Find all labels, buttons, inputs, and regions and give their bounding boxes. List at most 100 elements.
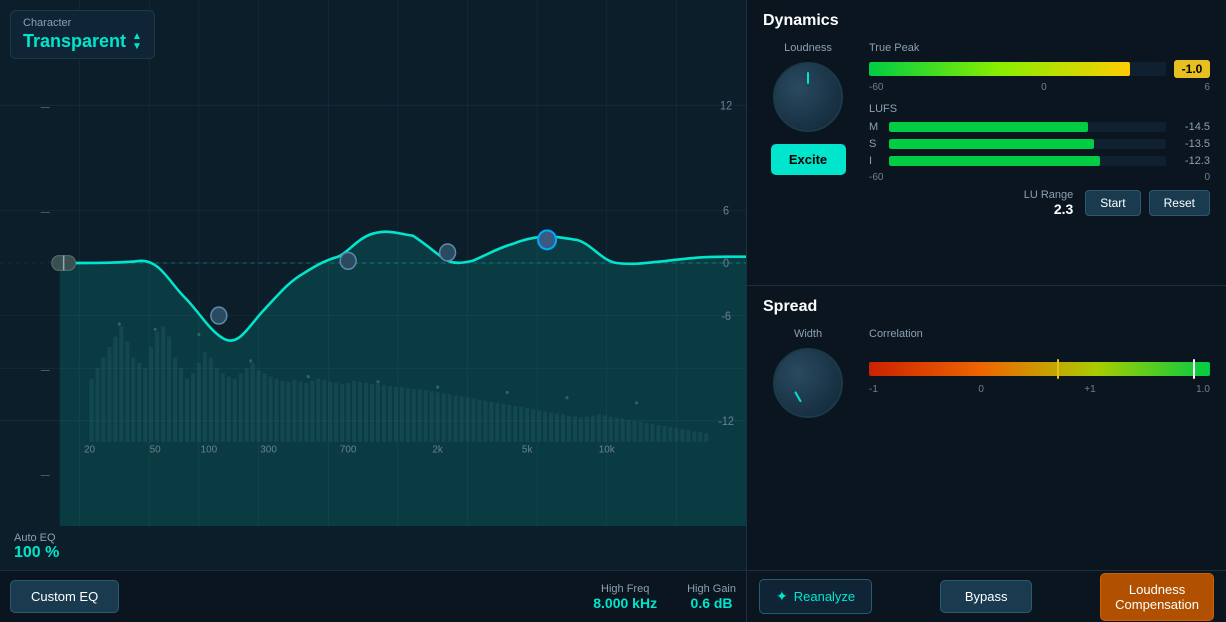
loudness-compensation-button[interactable]: Loudness Compensation [1100,573,1214,621]
svg-text:50: 50 [150,444,161,455]
eq-display[interactable]: 12 6 0 -6 -12 20 50 100 300 700 2k 5k 10… [0,0,746,526]
dynamics-title: Dynamics [763,12,1210,30]
excite-button[interactable]: Excite [771,144,846,175]
lufs-scale: -60 0 [869,172,1210,183]
lufs-i-row: I -12.3 [869,155,1210,167]
correlation-meter [869,362,1210,376]
width-knob[interactable] [773,348,843,418]
custom-eq-button[interactable]: Custom EQ [10,580,119,613]
svg-text:0: 0 [723,258,729,270]
lufs-m-key: M [869,121,881,133]
svg-text:6: 6 [723,205,729,217]
lufs-s-row: S -13.5 [869,138,1210,150]
character-box[interactable]: Character Transparent ▲ ▼ [10,10,155,59]
svg-text:—: — [41,101,51,111]
lufs-m-row: M -14.5 [869,121,1210,133]
svg-text:300: 300 [260,444,277,455]
correlation-scale: -1 0 +1 1.0 [869,384,1210,395]
high-freq-label: High Freq [601,583,649,595]
lufs-scale-right: 0 [1204,172,1210,183]
correlation-extra-line [1057,359,1059,379]
lu-range-value: 2.3 [1054,201,1073,217]
lufs-i-fill [889,156,1100,166]
true-peak-column: True Peak -1.0 -60 0 6 LUFS [869,42,1210,217]
lufs-m-value: -14.5 [1174,121,1210,133]
spread-content: Width Correlation -1 [763,328,1210,418]
character-arrows-icon[interactable]: ▲ ▼ [132,32,142,52]
svg-text:—: — [41,206,51,216]
loudness-column: Loudness Excite [763,42,853,217]
correlation-meter-bg [869,362,1210,376]
corr-value: 1.0 [1196,384,1210,395]
lufs-s-key: S [869,138,881,150]
svg-text:-6: -6 [721,311,731,323]
dynamics-section: Dynamics Loudness Excite True Peak [747,0,1226,286]
svg-text:—: — [41,469,51,479]
width-label: Width [794,328,822,340]
bottom-bar: Custom EQ High Freq 8.000 kHz High Gain … [0,570,746,622]
corr-scale-left: -1 [869,384,878,395]
character-value: Transparent ▲ ▼ [23,31,142,52]
bypass-button[interactable]: Bypass [940,580,1033,613]
loudness-knob[interactable] [773,62,843,132]
lufs-s-fill [889,139,1094,149]
svg-text:2k: 2k [432,444,443,455]
correlation-indicator [1193,359,1195,379]
svg-text:700: 700 [340,444,357,455]
loudness-label: Loudness [784,42,832,54]
true-peak-scale-mid: 0 [1041,82,1047,93]
true-peak-label: True Peak [869,42,1210,54]
corr-scale-mid: 0 [978,384,984,395]
svg-text:—: — [41,364,51,374]
lufs-s-value: -13.5 [1174,138,1210,150]
correlation-column: Correlation -1 0 +1 1.0 [869,328,1210,418]
lufs-m-bg [889,122,1166,132]
eq-params: High Freq 8.000 kHz High Gain 0.6 dB [593,583,736,611]
high-gain-value: 0.6 dB [691,595,733,611]
eq-graph: 12 6 0 -6 -12 20 50 100 300 700 2k 5k 10… [0,0,746,526]
true-peak-meter-row: -1.0 [869,60,1210,78]
right-bottom-bar: ✦ Reanalyze Bypass Loudness Compensation [747,570,1226,622]
svg-text:12: 12 [720,100,732,112]
auto-eq-label: Auto EQ [14,532,732,544]
auto-eq-section: Auto EQ 100 % [0,526,746,570]
true-peak-value: -1.0 [1174,60,1210,78]
corr-scale-right: +1 [1084,384,1095,395]
lufs-i-value: -12.3 [1174,155,1210,167]
left-panel: Character Transparent ▲ ▼ [0,0,746,622]
lufs-section: LUFS M -14.5 S [869,103,1210,183]
high-freq-param: High Freq 8.000 kHz [593,583,657,611]
lu-range-row: LU Range 2.3 Start Reset [869,189,1210,217]
true-peak-scale: -60 0 6 [869,82,1210,93]
width-knob-marker [794,391,802,402]
lufs-i-bg [889,156,1166,166]
true-peak-scale-left: -60 [869,82,883,93]
character-label: Character [23,17,142,29]
spread-title: Spread [763,298,1210,316]
loudness-knob-marker [807,72,809,84]
start-button[interactable]: Start [1085,190,1140,216]
lufs-label: LUFS [869,103,1210,115]
lufs-m-fill [889,122,1088,132]
lufs-i-key: I [869,155,881,167]
svg-text:10k: 10k [599,444,616,455]
svg-text:20: 20 [84,444,95,455]
reset-button[interactable]: Reset [1149,190,1210,216]
lufs-s-bg [889,139,1166,149]
high-freq-value: 8.000 kHz [593,595,657,611]
true-peak-scale-right: 6 [1204,82,1210,93]
svg-text:5k: 5k [522,444,533,455]
lufs-scale-left: -60 [869,172,883,183]
correlation-label: Correlation [869,328,1210,340]
high-gain-label: High Gain [687,583,736,595]
svg-text:100: 100 [201,444,218,455]
reanalyze-button[interactable]: ✦ Reanalyze [759,579,872,614]
true-peak-fill [869,62,1130,76]
width-column: Width [763,328,853,418]
auto-eq-value: 100 % [14,544,732,562]
svg-text:-12: -12 [718,416,734,428]
high-gain-param: High Gain 0.6 dB [687,583,736,611]
right-panel: Dynamics Loudness Excite True Peak [746,0,1226,622]
reanalyze-icon: ✦ [776,588,788,605]
lu-range-label: LU Range [1024,189,1074,201]
